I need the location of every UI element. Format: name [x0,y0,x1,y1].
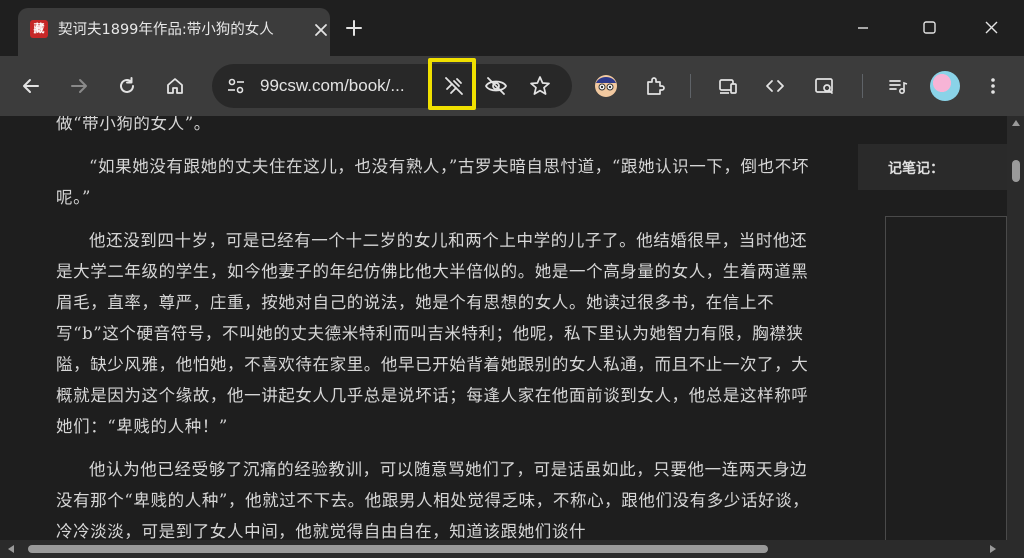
reload-icon [120,77,134,93]
profile-avatar[interactable] [930,71,960,101]
toolbar-divider [690,74,691,98]
page-content: 做“带小狗的女人”。 “如果她没有跟她的丈夫住在这儿，也没有熟人，”古罗夫暗自思… [0,116,1007,540]
horizontal-scroll-thumb[interactable] [28,545,768,553]
vertical-scrollbar[interactable] [1007,116,1024,540]
back-button[interactable] [13,68,49,104]
toolbar-divider [862,74,863,98]
notes-label: 记笔记： [888,161,944,177]
media-queue-icon[interactable] [880,68,916,104]
tab-close-icon[interactable] [310,19,332,41]
page-search-icon[interactable] [806,68,842,104]
new-tab-button[interactable] [340,14,368,42]
home-icon [167,78,183,94]
menu-dots-icon[interactable] [975,68,1011,104]
article-paragraph: 他还没到四十岁，可是已经有一个十二岁的女儿和两个上中学的儿子了。他结婚很早，当时… [56,231,809,436]
extension-avatar-icon[interactable] [588,68,624,104]
horizontal-scrollbar[interactable] [0,540,1024,558]
tab-title: 契诃夫1899年作品:带小狗的女人 [58,22,274,38]
cast-devices-icon[interactable] [710,68,746,104]
article-text: 做“带小狗的女人”。 “如果她没有跟她的丈夫住在这儿，也没有熟人，”古罗夫暗自思… [56,116,816,540]
arrow-left-icon [23,79,39,93]
forward-button[interactable] [61,68,97,104]
extensions-puzzle-icon[interactable] [637,68,673,104]
maximize-button[interactable] [906,10,952,46]
home-button[interactable] [157,68,193,104]
minimize-button[interactable] [840,10,886,46]
url-text[interactable]: 99csw.com/book/... [260,64,405,108]
bookmark-star-icon[interactable] [524,70,556,102]
tab-active[interactable]: 藏 契诃夫1899年作品:带小狗的女人 [18,8,330,56]
arrow-right-icon [71,79,87,93]
browser-toolbar: 99csw.com/book/... [0,56,1024,116]
article-paragraph: 他认为他已经受够了沉痛的经验教训，可以随意骂她们了，可是话虽如此，只要他一连两天… [56,460,810,540]
scrollbar-corner [1007,540,1024,558]
site-info-icon[interactable] [220,70,252,102]
code-brackets-icon[interactable] [757,68,793,104]
highlight-annotation-box [428,58,476,110]
site-favicon-icon: 藏 [30,20,48,38]
title-bar: 藏 契诃夫1899年作品:带小狗的女人 [0,0,1024,56]
notes-header: 记笔记： [858,144,1007,190]
article-paragraph: 做“带小狗的女人”。 [56,116,211,133]
scroll-up-arrow-icon[interactable] [1012,120,1020,126]
eye-slash-icon[interactable] [480,70,512,102]
article-paragraph: “如果她没有跟她的丈夫住在这儿，也没有熟人，”古罗夫暗自思忖道，“跟她认识一下，… [56,157,809,207]
address-bar[interactable]: 99csw.com/book/... [212,64,572,108]
vertical-scroll-thumb[interactable] [1012,160,1020,182]
close-window-button[interactable] [968,10,1014,46]
reload-button[interactable] [109,68,145,104]
notes-textarea[interactable] [885,216,1007,540]
scroll-right-arrow-icon[interactable] [990,545,996,553]
scroll-left-arrow-icon[interactable] [8,545,14,553]
